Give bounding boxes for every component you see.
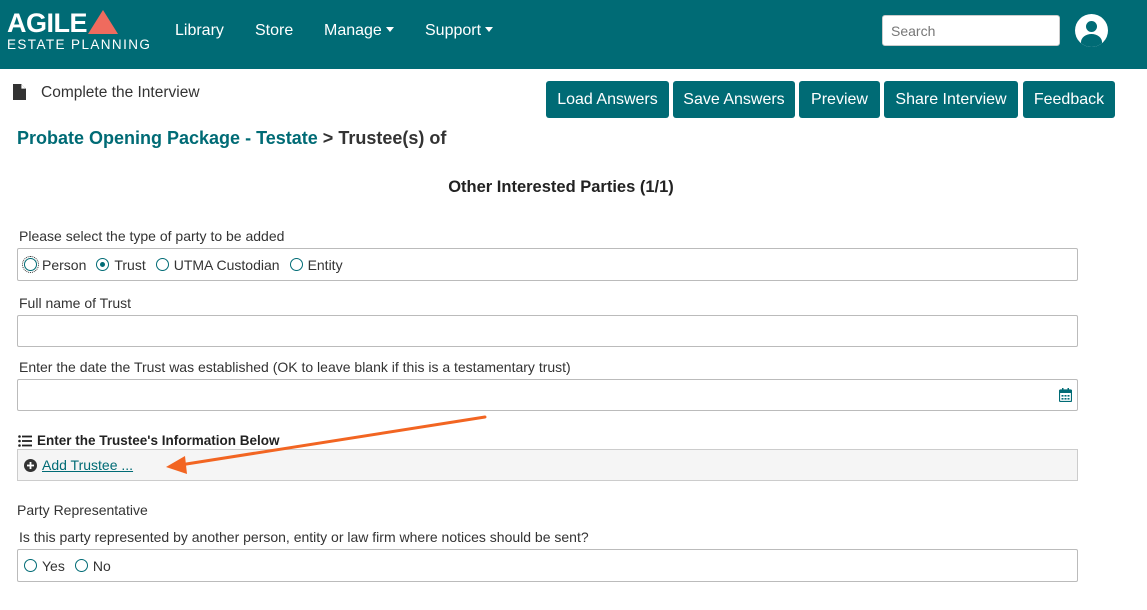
party-type-label: Please select the type of party to be ad… (19, 228, 285, 244)
breadcrumb: Probate Opening Package - Testate > Trus… (17, 128, 446, 149)
document-icon (13, 84, 26, 100)
radio-option-utma-custodian[interactable]: UTMA Custodian (155, 256, 280, 273)
trustee-list-heading: Enter the Trustee's Information Below (18, 433, 280, 448)
nav-support-label: Support (425, 22, 482, 39)
share-interview-button[interactable]: Share Interview (884, 81, 1018, 118)
full-name-input[interactable] (17, 315, 1078, 347)
section-title: Other Interested Parties (1/1) (448, 178, 674, 196)
radio-option-entity[interactable]: Entity (289, 256, 343, 273)
radio-label: UTMA Custodian (173, 256, 280, 273)
breadcrumb-current: Trustee(s) of (338, 128, 447, 148)
caret-down-icon (485, 27, 494, 32)
brand-tagline: ESTATE PLANNING (7, 37, 152, 52)
nav-manage-label: Manage (324, 22, 382, 39)
plus-circle-icon[interactable] (24, 458, 37, 472)
load-answers-button[interactable]: Load Answers (546, 81, 669, 118)
radio-label: No (92, 557, 111, 574)
save-answers-button[interactable]: Save Answers (673, 81, 795, 118)
representative-radio-group: Yes No (17, 549, 1078, 582)
date-input[interactable] (17, 379, 1078, 411)
radio-label: Entity (307, 256, 343, 273)
radio-button[interactable] (96, 258, 110, 271)
user-icon[interactable] (1075, 14, 1108, 47)
radio-label: Yes (42, 557, 65, 574)
caret-down-icon (385, 27, 394, 32)
radio-option-person[interactable]: Person (22, 256, 87, 273)
add-trustee-link[interactable]: Add Trustee ... (42, 457, 133, 473)
radio-button[interactable] (289, 258, 303, 271)
top-navbar: AGILE ESTATE PLANNING Library Store Mana… (0, 0, 1147, 69)
radio-button[interactable] (155, 258, 169, 271)
brand-logo[interactable]: AGILE ESTATE PLANNING (7, 9, 151, 51)
page-title: Complete the Interview (41, 84, 200, 101)
radio-button[interactable] (24, 559, 37, 572)
feedback-button[interactable]: Feedback (1023, 81, 1115, 118)
calendar-icon[interactable] (1059, 388, 1072, 402)
radio-button[interactable] (22, 256, 39, 273)
nav-manage-dropdown[interactable]: Manage (324, 22, 394, 40)
radio-option-yes[interactable]: Yes (24, 558, 65, 574)
nav-store[interactable]: Store (255, 22, 293, 40)
radio-label: Trust (114, 256, 146, 273)
party-type-group: Person Trust UTMA Custodian Entity (17, 248, 1078, 281)
search-input[interactable] (882, 15, 1060, 46)
breadcrumb-link[interactable]: Probate Opening Package - Testate (17, 128, 318, 148)
date-label: Enter the date the Trust was established… (19, 359, 571, 375)
preview-button[interactable]: Preview (799, 81, 880, 118)
breadcrumb-separator: > (322, 128, 334, 148)
list-icon (18, 434, 32, 447)
radio-option-trust[interactable]: Trust (96, 256, 146, 273)
radio-label: Person (42, 256, 87, 273)
nav-library[interactable]: Library (175, 22, 224, 40)
radio-button[interactable] (74, 559, 88, 572)
brand-name: AGILE (7, 8, 88, 38)
radio-option-no[interactable]: No (74, 557, 111, 574)
trustee-list-label: Enter the Trustee's Information Below (37, 433, 280, 448)
add-trustee-row: Add Trustee ... (17, 449, 1078, 481)
representative-question-label: Is this party represented by another per… (19, 529, 589, 545)
party-representative-heading: Party Representative (17, 502, 148, 518)
nav-support-dropdown[interactable]: Support (425, 22, 494, 40)
full-name-label: Full name of Trust (19, 295, 132, 311)
logo-triangle-icon (88, 10, 119, 34)
